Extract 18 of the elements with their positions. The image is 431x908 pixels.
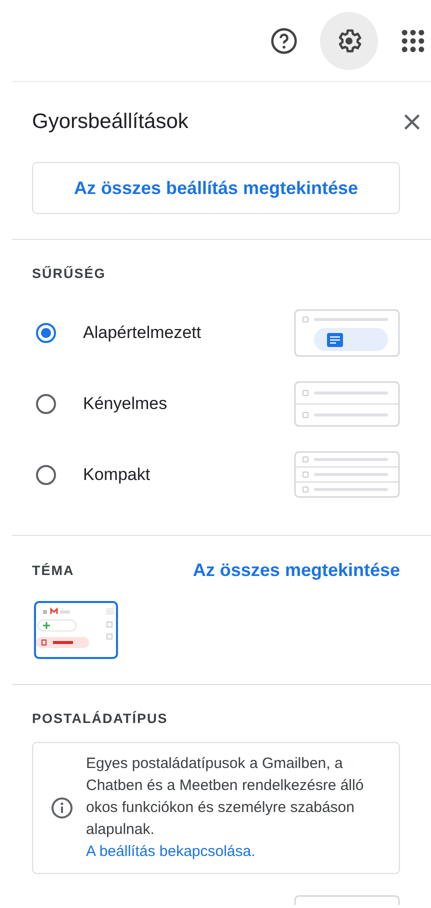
info-text: Egyes postaládatípusok a Gmailben, a Chatben és a Meetben rendelkezésre álló okos funkciókon és személyre szabáson alapulnak. xyxy=(86,755,364,838)
section-heading: POSTALÁDATÍPUS xyxy=(32,711,169,726)
help-icon[interactable] xyxy=(270,26,298,54)
apps-grid-icon[interactable] xyxy=(401,28,425,52)
density-option-label[interactable]: Alapértelmezett xyxy=(83,322,294,342)
info-icon xyxy=(50,796,74,820)
section-heading: SŰRŰSÉG xyxy=(32,266,107,281)
section-heading: TÉMA xyxy=(32,563,74,578)
radio-button[interactable] xyxy=(36,322,56,342)
close-icon[interactable] xyxy=(404,114,420,130)
radio-button[interactable] xyxy=(36,394,56,414)
radio-button[interactable] xyxy=(36,464,56,484)
enable-setting-link[interactable]: A beállítás bekapcsolása. xyxy=(86,841,383,863)
density-option-label[interactable]: Kompakt xyxy=(83,464,294,484)
view-all-themes-link[interactable]: Az összes megtekintése xyxy=(192,560,400,581)
panel-title: Gyorsbeállítások xyxy=(32,110,188,134)
all-settings-button[interactable]: Az összes beállítás megtekintése xyxy=(32,162,400,214)
density-option-label[interactable]: Kényelmes xyxy=(83,394,294,414)
